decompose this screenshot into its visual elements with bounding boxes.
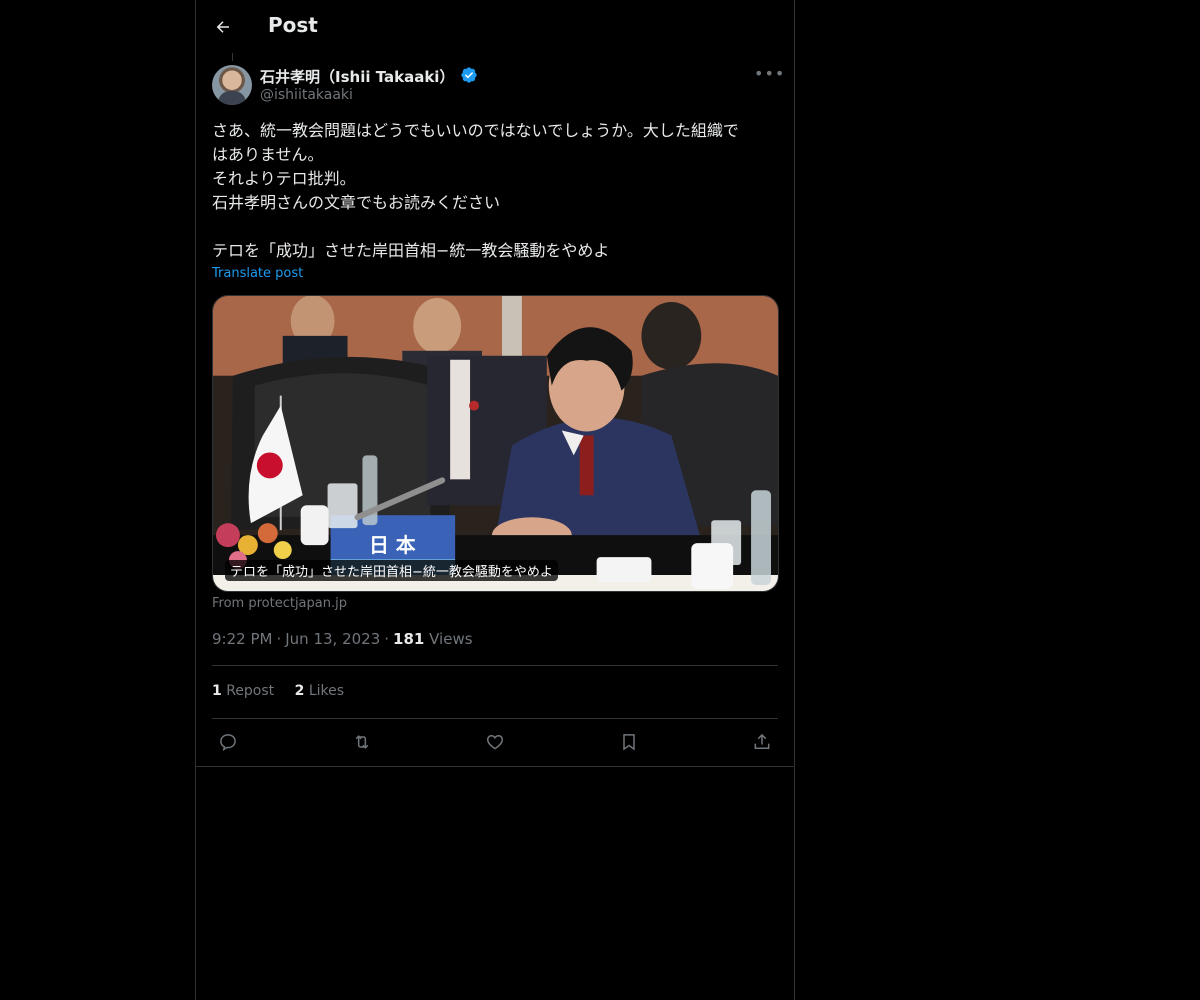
more-options-button[interactable]: ••• <box>754 65 784 85</box>
repost-icon <box>355 735 368 749</box>
post-time[interactable]: 9:22 PM <box>212 630 272 648</box>
post-line: 石井孝明さんの文章でもお読みください <box>212 193 501 212</box>
like-icon <box>486 734 504 750</box>
reposts-stat[interactable]: 1 Repost <box>212 683 274 699</box>
card-source[interactable]: From protectjapan.jp <box>212 596 347 611</box>
like-button[interactable] <box>483 730 507 754</box>
header: Post <box>196 0 794 53</box>
post-text: さあ、統一教会問題はどうでもいいのではないでしょうか。大した組織で はありません… <box>212 119 778 263</box>
repost-button[interactable] <box>350 730 374 754</box>
likes-stat[interactable]: 2 Likes <box>295 683 344 699</box>
author-name[interactable]: 石井孝明（Ishii Takaaki） <box>260 66 454 87</box>
card-caption: テロを「成功」させた岸田首相−統一教会騒動をやめよ <box>225 560 558 581</box>
post-meta: 9:22 PM · Jun 13, 2023 · 181 Views <box>212 630 473 648</box>
likes-label: Likes <box>308 683 345 699</box>
arrow-left-icon <box>216 21 229 33</box>
separator-dot: · <box>384 630 390 648</box>
placard-text: 日 本 <box>369 534 416 557</box>
divider <box>212 718 778 719</box>
likes-count: 2 <box>294 683 305 699</box>
post-bottom-border <box>196 766 794 767</box>
post-line: はありません。 <box>212 145 324 164</box>
link-card[interactable]: 日 本 テロを「成功」させた岸田首相−統一教会騒動をやめよ <box>212 295 779 592</box>
post-line: それよりテロ批判。 <box>212 169 356 188</box>
reposts-label: Repost <box>226 683 275 699</box>
translate-post-link[interactable]: Translate post <box>212 266 303 281</box>
back-button[interactable] <box>210 14 236 40</box>
divider <box>212 665 778 666</box>
post-date[interactable]: Jun 13, 2023 <box>285 630 380 648</box>
post-line: さあ、統一教会問題はどうでもいいのではないでしょうか。大した組織で <box>212 121 739 140</box>
reposts-count: 1 <box>212 683 222 699</box>
views-label: Views <box>429 630 473 648</box>
share-icon <box>754 733 770 749</box>
post-line <box>212 215 778 239</box>
post-line: テロを「成功」させた岸田首相−統一教会騒動をやめよ <box>212 241 610 260</box>
avatar[interactable] <box>212 65 252 105</box>
post-stats: 1 Repost 2 Likes <box>212 683 360 699</box>
action-bar <box>212 730 778 758</box>
bookmark-button[interactable] <box>617 730 641 754</box>
views-count: 181 <box>393 630 425 648</box>
card-image: 日 本 <box>213 296 778 591</box>
post-column: Post 石井孝明（Ishii Takaaki） @ishiitakaaki •… <box>195 0 795 1000</box>
bookmark-icon <box>622 734 635 751</box>
share-button[interactable] <box>750 730 774 754</box>
page-title: Post <box>268 13 318 37</box>
thread-line <box>232 53 233 61</box>
reply-button[interactable] <box>216 730 240 754</box>
author-row: 石井孝明（Ishii Takaaki） @ishiitakaaki ••• <box>212 65 784 107</box>
reply-icon <box>220 734 236 752</box>
verified-badge-icon[interactable] <box>460 66 478 84</box>
author-handle[interactable]: @ishiitakaaki <box>260 87 353 103</box>
more-dots-icon: ••• <box>754 64 786 83</box>
separator-dot: · <box>276 630 282 648</box>
